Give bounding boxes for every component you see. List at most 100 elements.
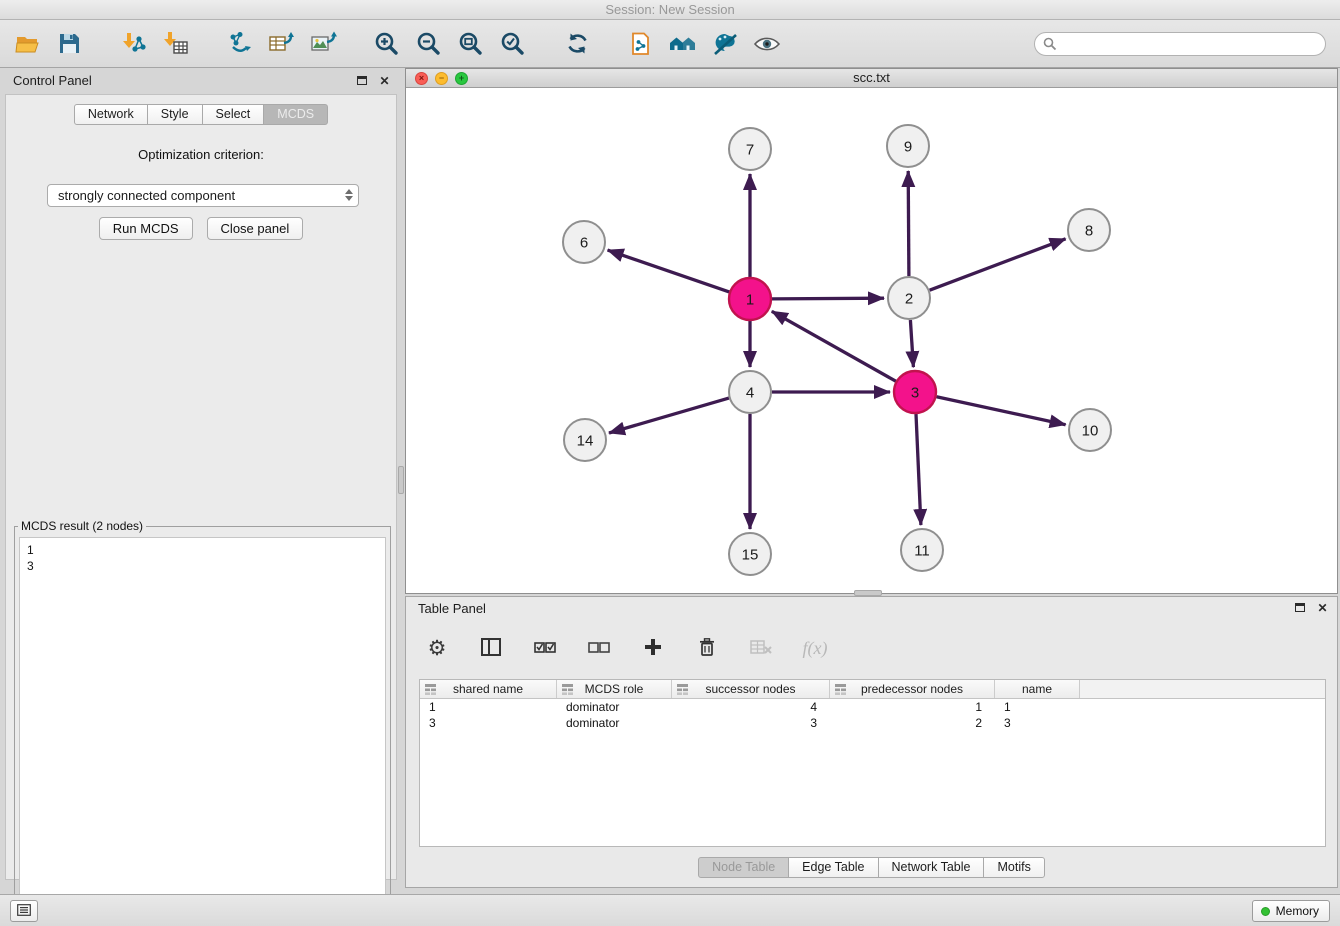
close-table-panel-icon[interactable]: ✕ bbox=[1316, 601, 1329, 614]
vertical-splitter-handle[interactable] bbox=[398, 466, 404, 494]
graph-node-8[interactable]: 8 bbox=[1068, 209, 1110, 251]
trash-icon bbox=[697, 637, 717, 660]
control-panel-header: Control Panel ✕ bbox=[3, 70, 399, 94]
window-title: Session: New Session bbox=[605, 2, 734, 17]
graph-node-11[interactable]: 11 bbox=[901, 529, 943, 571]
tab-network[interactable]: Network bbox=[74, 104, 148, 125]
window-minimize-icon[interactable]: − bbox=[435, 72, 448, 85]
refresh-button[interactable] bbox=[560, 26, 594, 62]
graph-edge-3-10[interactable] bbox=[937, 397, 1066, 425]
column-type-icon bbox=[425, 684, 436, 698]
cell-shared-name: 3 bbox=[420, 715, 557, 731]
svg-text:6: 6 bbox=[580, 234, 588, 251]
network-graph[interactable]: 7 9 6 8 1 2 4 3 14 10 15 11 bbox=[406, 88, 1337, 593]
tab-network-table[interactable]: Network Table bbox=[878, 857, 985, 878]
column-header-name[interactable]: name bbox=[995, 680, 1080, 698]
split-panel-button[interactable] bbox=[476, 632, 506, 664]
mcds-result-title: MCDS result (2 nodes) bbox=[18, 519, 146, 533]
import-network-icon bbox=[120, 30, 147, 57]
graph-node-7[interactable]: 7 bbox=[729, 128, 771, 170]
float-panel-icon[interactable] bbox=[355, 74, 368, 87]
column-label: shared name bbox=[453, 682, 523, 696]
memory-button[interactable]: Memory bbox=[1252, 900, 1330, 922]
close-panel-button[interactable]: Close panel bbox=[207, 217, 304, 240]
table-panel-header: Table Panel ✕ bbox=[406, 597, 1337, 621]
graph-edge-2-9[interactable] bbox=[908, 171, 909, 276]
delete-column-button[interactable] bbox=[692, 632, 722, 664]
import-table-button[interactable] bbox=[158, 26, 192, 62]
mcds-result-list[interactable]: 1 3 bbox=[19, 537, 386, 896]
tab-edge-table[interactable]: Edge Table bbox=[788, 857, 878, 878]
window-close-icon[interactable]: × bbox=[415, 72, 428, 85]
zoom-in-button[interactable] bbox=[370, 26, 404, 62]
export-image-button[interactable] bbox=[306, 26, 340, 62]
tab-node-table[interactable]: Node Table bbox=[698, 857, 789, 878]
table-settings-button[interactable]: ⚙ bbox=[422, 632, 452, 664]
window-zoom-icon[interactable]: + bbox=[455, 72, 468, 85]
table-panel-title: Table Panel bbox=[418, 601, 486, 616]
save-session-button[interactable] bbox=[52, 26, 86, 62]
network-canvas[interactable]: 7 9 6 8 1 2 4 3 14 10 15 11 bbox=[406, 88, 1337, 593]
apply-style-button[interactable] bbox=[708, 26, 742, 62]
optimization-criterion-label: Optimization criterion: bbox=[6, 147, 396, 162]
tab-style[interactable]: Style bbox=[147, 104, 203, 125]
table-row[interactable]: 3 dominator 3 2 3 bbox=[420, 715, 1325, 731]
zoom-out-button[interactable] bbox=[412, 26, 446, 62]
graph-node-14[interactable]: 14 bbox=[564, 419, 606, 461]
svg-text:1: 1 bbox=[746, 291, 754, 308]
graph-node-6[interactable]: 6 bbox=[563, 221, 605, 263]
graph-node-4[interactable]: 4 bbox=[729, 371, 771, 413]
export-table-button[interactable] bbox=[264, 26, 298, 62]
select-all-columns-button[interactable] bbox=[530, 632, 560, 664]
open-session-button[interactable] bbox=[10, 26, 44, 62]
criterion-dropdown[interactable]: strongly connected component bbox=[47, 184, 359, 207]
graph-edge-2-8[interactable] bbox=[930, 239, 1066, 290]
graph-edge-2-3[interactable] bbox=[910, 320, 913, 367]
graph-edge-3-11[interactable] bbox=[916, 414, 921, 525]
add-column-button[interactable] bbox=[638, 632, 668, 664]
application-window: Session: New Session bbox=[0, 0, 1340, 926]
checked-boxes-icon bbox=[534, 640, 556, 657]
column-header-shared-name[interactable]: shared name bbox=[420, 680, 557, 698]
clone-network-button[interactable] bbox=[624, 26, 658, 62]
column-header-successor-nodes[interactable]: successor nodes bbox=[672, 680, 830, 698]
cell-mcds-role: dominator bbox=[557, 699, 672, 715]
column-header-mcds-role[interactable]: MCDS role bbox=[557, 680, 672, 698]
export-network-button[interactable] bbox=[222, 26, 256, 62]
svg-text:4: 4 bbox=[746, 384, 754, 401]
tab-motifs[interactable]: Motifs bbox=[983, 857, 1044, 878]
split-panel-icon bbox=[481, 638, 501, 659]
function-builder-button[interactable]: f(x) bbox=[800, 632, 830, 664]
graph-edge-1-2[interactable] bbox=[772, 298, 884, 299]
graph-node-9[interactable]: 9 bbox=[887, 125, 929, 167]
show-hide-button[interactable] bbox=[750, 26, 784, 62]
zoom-selected-button[interactable] bbox=[496, 26, 530, 62]
close-panel-icon[interactable]: ✕ bbox=[378, 74, 391, 87]
graph-node-1[interactable]: 1 bbox=[729, 278, 771, 320]
run-mcds-button[interactable]: Run MCDS bbox=[99, 217, 193, 240]
tab-select[interactable]: Select bbox=[202, 104, 265, 125]
graph-node-10[interactable]: 10 bbox=[1069, 409, 1111, 451]
memory-label: Memory bbox=[1276, 904, 1319, 918]
table-header-row: shared name MCDS role successor nodes bbox=[420, 680, 1325, 699]
first-neighbors-button[interactable] bbox=[666, 26, 700, 62]
graph-node-2[interactable]: 2 bbox=[888, 277, 930, 319]
column-header-predecessor-nodes[interactable]: predecessor nodes bbox=[830, 680, 995, 698]
table-row[interactable]: 1 dominator 4 1 1 bbox=[420, 699, 1325, 715]
graph-edge-3-1[interactable] bbox=[772, 311, 896, 381]
graph-node-3[interactable]: 3 bbox=[894, 371, 936, 413]
tab-mcds[interactable]: MCDS bbox=[263, 104, 328, 125]
zoom-fit-button[interactable] bbox=[454, 26, 488, 62]
graph-edge-1-6[interactable] bbox=[608, 250, 730, 292]
import-network-button[interactable] bbox=[116, 26, 150, 62]
table-panel: Table Panel ✕ ⚙ bbox=[405, 596, 1338, 888]
graph-edge-4-14[interactable] bbox=[609, 398, 729, 433]
float-table-panel-icon[interactable] bbox=[1293, 601, 1306, 614]
cell-shared-name: 1 bbox=[420, 699, 557, 715]
graph-node-15[interactable]: 15 bbox=[729, 533, 771, 575]
delete-table-button[interactable] bbox=[746, 632, 776, 664]
unselect-all-columns-button[interactable] bbox=[584, 632, 614, 664]
search-input[interactable] bbox=[1034, 32, 1326, 56]
status-bar: Memory bbox=[0, 894, 1340, 926]
show-panels-button[interactable] bbox=[10, 900, 38, 922]
